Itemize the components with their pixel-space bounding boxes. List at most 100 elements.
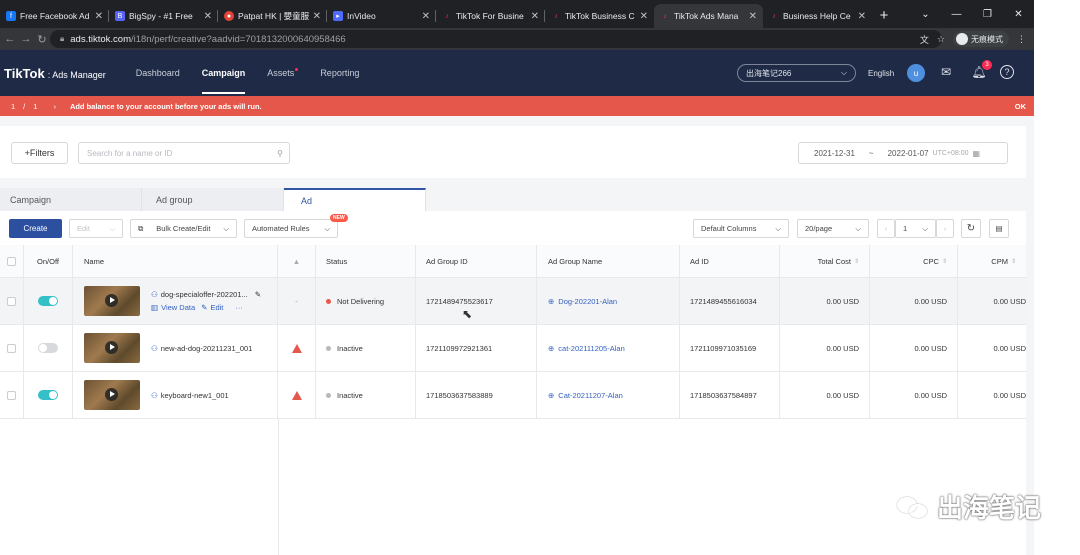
inbox-icon[interactable]: ✉ [938,65,954,79]
restore-icon[interactable]: ❐ [972,9,1003,20]
filters-button[interactable]: +Filters [11,142,68,164]
play-icon [110,344,115,350]
ad-toggle[interactable] [38,296,58,306]
new-tab-button[interactable]: + [872,4,896,28]
tab-campaign[interactable]: Campaign [0,188,142,211]
notification-badge: 3 [982,60,992,70]
col-cpc[interactable]: CPC ⇕ [870,245,958,277]
incognito-badge[interactable]: 无痕模式 [953,31,1009,47]
page-size-dropdown[interactable]: 20/page ⌵ [797,219,869,238]
ad-group-name-cell[interactable]: ⊕ Dog-202201-Alan [537,278,680,324]
back-icon[interactable]: ← [2,33,18,45]
close-icon[interactable]: ✕ [204,11,212,22]
warning-icon[interactable] [291,343,302,353]
ad-name[interactable]: new-ad-dog-20211231_001 [161,344,253,353]
forward-icon[interactable]: → [18,33,34,45]
edit-link[interactable]: Edit [210,303,223,312]
close-icon[interactable]: ✕ [531,11,539,22]
warning-icon[interactable] [291,390,302,400]
close-icon[interactable]: ✕ [640,11,648,22]
name-line: ⚇ new-ad-dog-20211231_001 [151,344,252,353]
date-range-picker[interactable]: 2021-12-31 ~ 2022-01-07 UTC+08:00 ▦ [798,142,1008,164]
nav-dashboard[interactable]: Dashboard [136,68,180,78]
close-window-icon[interactable]: ✕ [1003,9,1034,20]
nav-campaign[interactable]: Campaign [201,68,245,94]
refresh-button[interactable]: ↻ [961,219,981,238]
table-row[interactable]: ⚇ keyboard-new1_001 Inactive 171850363758… [0,372,1026,419]
row-checkbox[interactable] [7,296,16,306]
select-all-checkbox[interactable] [7,256,16,266]
ad-group-name-cell[interactable]: ⊕ cat-202111205-Alan [537,325,680,371]
next-page-button[interactable]: › [936,219,954,238]
ad-id-cell: 1721489455616034 [680,278,780,324]
lock-icon: 🔒︎ [60,34,65,43]
automated-rules-dropdown[interactable]: Automated Rules ⌵ [244,219,338,238]
nav-assets[interactable]: Assets [267,68,299,78]
pencil-icon[interactable]: ✎ [255,290,261,299]
tab-ad-group[interactable]: Ad group [142,188,284,211]
notice-page-sep: / [23,101,26,111]
browser-tab[interactable]: ▸ InVideo ✕ [327,4,436,28]
chevron-right-icon[interactable]: › [53,102,56,111]
browser-tab[interactable]: ● Patpat HK | 嬰童服 ✕ [218,4,327,28]
minimize-icon[interactable]: — [941,9,972,20]
ad-name[interactable]: keyboard-new1_001 [161,391,229,400]
table-row[interactable]: ⚇ new-ad-dog-20211231_001 Inactive 172110… [0,325,1026,372]
browser-menu-icon[interactable]: ⋮ [1017,34,1026,45]
col-label: Status [326,256,348,266]
more-actions[interactable]: ··· [235,303,243,312]
notice-ok-button[interactable]: OK [1015,102,1026,111]
row-checkbox[interactable] [7,390,16,400]
browser-tab[interactable]: ♪ Business Help Ce ✕ [763,4,872,28]
browser-tab[interactable]: ♪ TikTok Business C ✕ [545,4,654,28]
ad-video-thumbnail[interactable] [84,380,140,410]
tiktok-icon: ♪ [663,12,667,20]
row-checkbox[interactable] [7,343,16,353]
account-selector[interactable]: 出海笔记266 ⌵ [737,64,856,82]
ad-name[interactable]: dog-specialoffer-202201... [161,290,248,299]
ad-video-thumbnail[interactable] [84,286,140,316]
export-button[interactable]: ▤ [989,219,1009,238]
status-dot [326,298,331,304]
url-field[interactable]: 🔒︎ ads.tiktok.com/i18n/perf/creative?aad… [50,30,942,48]
browser-tab[interactable]: ♪ TikTok For Busine ✕ [436,4,545,28]
language-selector[interactable]: English [868,69,894,78]
ad-video-thumbnail[interactable] [84,333,140,363]
create-button[interactable]: Create [9,219,62,238]
ad-group-name-cell[interactable]: ⊕ Cat-20211207-Alan [537,372,680,418]
translate-icon[interactable]: 文 [920,33,929,46]
status-dot [326,392,331,398]
close-icon[interactable]: ✕ [95,11,103,22]
tab-ad[interactable]: Ad [284,188,426,211]
close-icon[interactable]: ✕ [422,11,430,22]
close-icon[interactable]: ✕ [749,11,757,22]
help-icon[interactable]: ? [1000,65,1014,79]
bulk-create-edit-dropdown[interactable]: ⧉ Bulk Create/Edit ⌵ [130,219,237,238]
table-row[interactable]: ⚇ dog-specialoffer-202201... ✎ ▥ View Data ✎… [0,278,1026,325]
col-name: Name [73,245,278,277]
tab-search-icon[interactable]: ⌄ [910,9,941,20]
browser-tab[interactable]: B BigSpy - #1 Free ✕ [109,4,218,28]
ad-toggle[interactable] [38,343,58,353]
prev-page-button[interactable]: ‹ [877,219,895,238]
close-icon[interactable]: ✕ [313,11,321,22]
tiktok-logo[interactable]: TikTok: Ads Manager [4,66,106,81]
search-input[interactable]: Search for a name or ID ⚲ [78,142,290,164]
chart-icon: ▥ [151,303,159,312]
page-number-dropdown[interactable]: 1 ⌵ [895,219,936,238]
columns-dropdown[interactable]: Default Columns ⌵ [693,219,789,238]
col-cpm[interactable]: CPM ⇕ [958,245,1026,277]
ad-toggle[interactable] [38,390,58,400]
close-icon[interactable]: ✕ [858,11,866,22]
col-total-cost[interactable]: Total Cost ⇕ [780,245,870,277]
edit-dropdown[interactable]: Edit ⌵ [69,219,123,238]
avatar[interactable]: u [907,64,925,82]
browser-tab[interactable]: f Free Facebook Ad ✕ [0,4,109,28]
view-data-link[interactable]: View Data [161,303,195,312]
browser-tab-active[interactable]: ♪ TikTok Ads Mana ✕ [654,4,763,28]
nav-reporting[interactable]: Reporting [320,68,359,78]
reload-icon[interactable]: ↻ [34,33,50,46]
bookmark-star-icon[interactable]: ☆ [937,34,945,45]
ad-group-id-cell: 1718503637583889 [416,372,537,418]
nav-assets-label: Assets [267,68,295,78]
